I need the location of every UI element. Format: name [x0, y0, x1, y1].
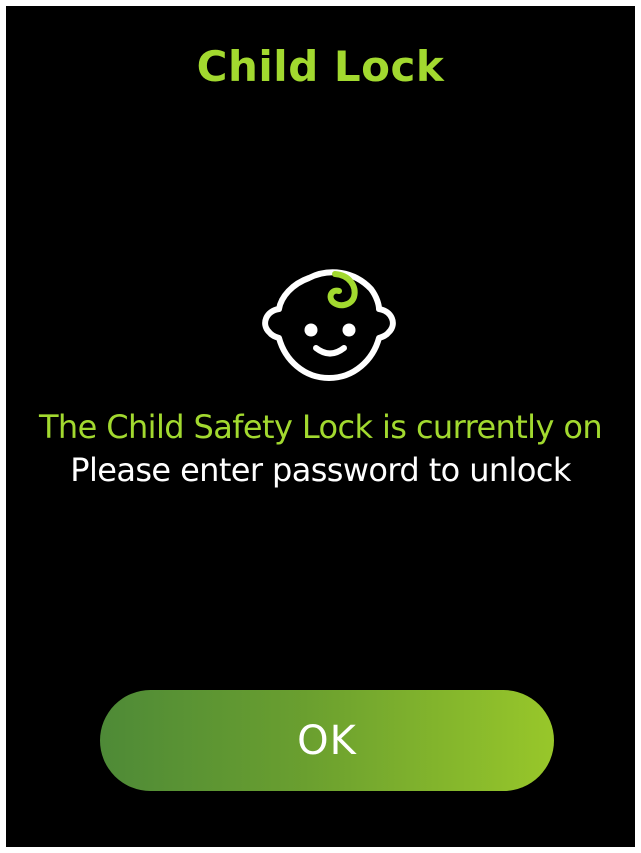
page-title: Child Lock [196, 42, 445, 91]
unlock-prompt-text: Please enter password to unlock [70, 451, 571, 489]
lock-status-text: The Child Safety Lock is currently on [38, 408, 603, 446]
baby-face-icon [259, 264, 399, 384]
ok-button-label: OK [297, 717, 357, 764]
ok-button[interactable]: OK [100, 690, 554, 791]
child-lock-screen: Child Lock The Child Safety Lock is curr… [6, 6, 635, 847]
